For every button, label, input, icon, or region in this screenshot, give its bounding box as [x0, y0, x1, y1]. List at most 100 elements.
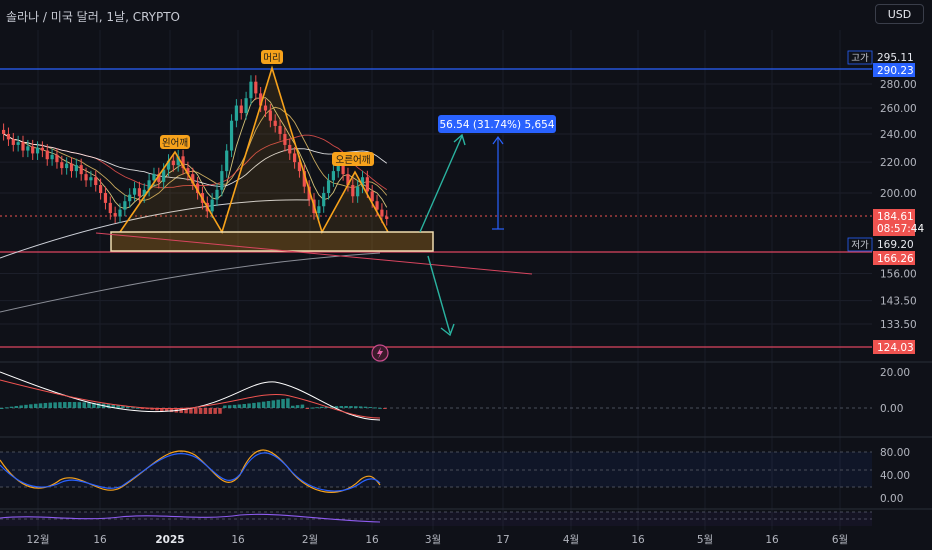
macd-bar [77, 402, 82, 408]
candle [375, 201, 379, 210]
macd-bar [295, 405, 300, 408]
macd-bar [276, 399, 280, 408]
candle [356, 186, 360, 197]
candle [137, 188, 141, 197]
macd-bar [237, 404, 242, 408]
macd-bar [305, 408, 310, 409]
candle [229, 120, 234, 151]
macd-bar [14, 406, 19, 408]
macd-bar [218, 408, 222, 414]
candle [31, 146, 35, 154]
macd-bar [213, 408, 217, 414]
macd-bar [373, 407, 377, 409]
candle [215, 189, 219, 200]
macd-bar [300, 404, 305, 408]
last-price-value: 184.61 [877, 211, 914, 223]
macd-bar [82, 402, 86, 408]
candle [69, 163, 74, 172]
candle [322, 193, 326, 207]
candle [239, 105, 243, 114]
macd-bar [48, 402, 52, 408]
candle [234, 105, 238, 121]
bullish-arrow [419, 135, 463, 233]
svg-text:저가: 저가 [851, 240, 869, 251]
candle [244, 98, 248, 114]
countdown: 08:57:44 [877, 223, 924, 235]
candle [40, 147, 44, 151]
macd-bar [378, 407, 382, 409]
macd-bar [53, 402, 57, 408]
macd-bar [63, 402, 67, 408]
macd-bar [72, 402, 77, 408]
macd-bar [223, 405, 227, 408]
candle [55, 154, 59, 163]
stoch-band [0, 452, 872, 487]
candle [288, 144, 292, 154]
high-tag: 고가 295.11 [847, 50, 915, 65]
measure-label: 56.54 (31.74%) 5,654 [439, 119, 554, 131]
svg-text:295.11: 295.11 [877, 52, 914, 64]
macd-tick: 0.00 [880, 403, 903, 415]
macd-bar [257, 402, 261, 408]
candle [26, 146, 30, 151]
price-tick: 143.50 [880, 296, 917, 308]
macd-bar [344, 406, 348, 408]
ma200-line [0, 252, 381, 313]
candle [2, 129, 6, 134]
time-tick: 16 [631, 534, 645, 546]
candle [74, 165, 78, 172]
head-label: 머리 [263, 53, 280, 64]
macd-bar [0, 408, 4, 409]
price-chart[interactable]: 56.54 (31.74%) 5,654 왼어깨 머리 오른어깨 20.00 0.… [0, 0, 932, 550]
candle [16, 142, 20, 145]
candle [317, 206, 321, 214]
macd-bar [320, 406, 324, 408]
candle [331, 171, 335, 181]
stoch-tick: 0.00 [880, 493, 903, 505]
left-shoulder-label: 왼어깨 [162, 137, 188, 149]
time-tick: 4월 [563, 534, 579, 546]
macd-bar [198, 408, 203, 414]
macd-bar [4, 407, 9, 409]
svg-text:169.20: 169.20 [877, 239, 914, 251]
price-tick: 200.00 [880, 188, 917, 200]
candle [11, 139, 15, 145]
macd-bar [58, 402, 62, 408]
candle [326, 180, 331, 194]
macd-bar [281, 399, 285, 408]
macd-bar [261, 401, 266, 408]
candle [380, 209, 384, 217]
candle [21, 142, 25, 151]
macd-bar [232, 404, 237, 408]
macd-bar [247, 403, 251, 408]
price-tick: 133.50 [880, 319, 917, 331]
candle [225, 150, 229, 172]
candle [268, 110, 272, 121]
macd-bar [368, 407, 373, 409]
candle [94, 177, 98, 186]
stoch-tick: 40.00 [880, 470, 910, 482]
time-tick: 16 [93, 534, 107, 546]
price-tick: 240.00 [880, 129, 917, 141]
macd-bar [87, 402, 91, 408]
pattern-fill [120, 68, 388, 232]
candle [273, 120, 277, 126]
macd-bar [9, 406, 14, 408]
candle [249, 81, 253, 99]
macd-bar [291, 405, 295, 408]
macd-bar [252, 402, 256, 408]
candle [351, 185, 355, 197]
candle [84, 174, 88, 181]
macd-bar [286, 398, 290, 408]
macd-bar [38, 403, 43, 408]
price-tick: 156.00 [880, 269, 917, 281]
candle [293, 153, 297, 163]
candle [45, 150, 49, 160]
candle [50, 154, 54, 160]
macd-bar [363, 406, 368, 408]
macd-bar [315, 407, 319, 409]
target-value: 124.03 [877, 342, 914, 354]
macd-bar [266, 401, 271, 408]
macd-bar [33, 403, 38, 408]
macd-bar [383, 408, 387, 409]
